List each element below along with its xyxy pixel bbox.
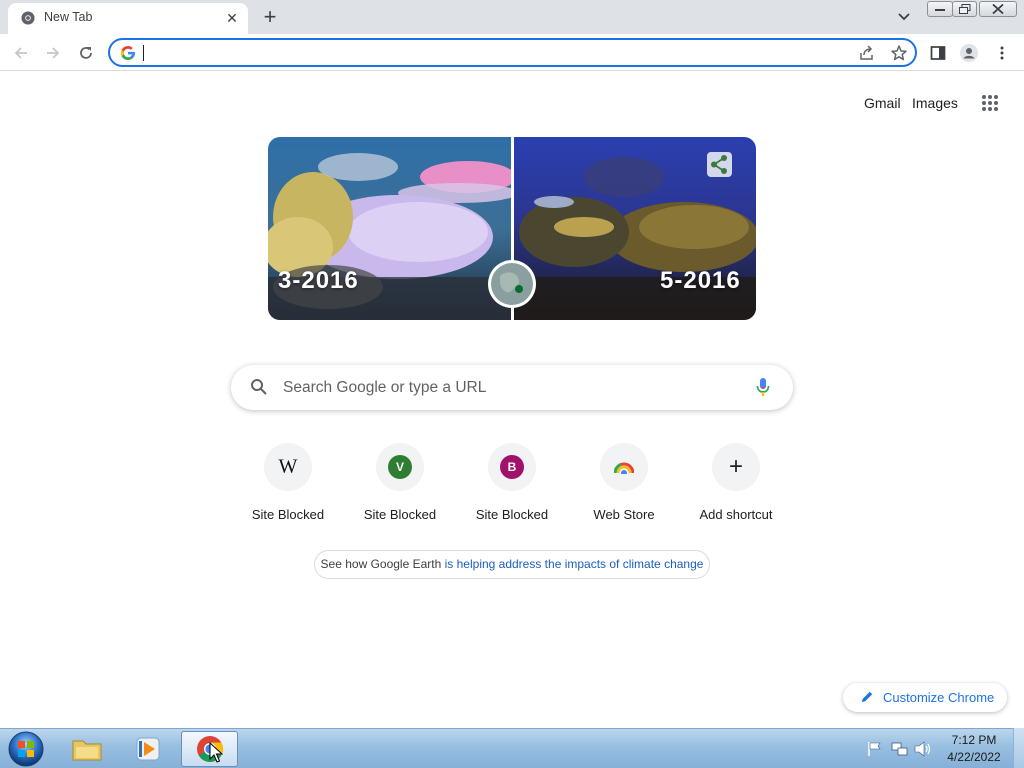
restore-button[interactable]	[952, 1, 977, 17]
shortcut-icon-circle: W	[264, 443, 312, 491]
plus-icon: +	[728, 453, 744, 480]
shortcut-tile[interactable]: Web Store	[568, 441, 680, 529]
shortcut-label: Add shortcut	[699, 507, 773, 522]
shortcut-label: Site Blocked	[363, 507, 437, 522]
doodle-year-before: 3-2016	[278, 267, 359, 294]
shortcut-icon-circle: +	[712, 443, 760, 491]
shortcut-tile[interactable]: V Site Blocked	[344, 441, 456, 529]
reload-icon	[80, 47, 92, 59]
network-icon[interactable]	[891, 740, 909, 758]
chrome-icon	[21, 11, 35, 25]
globe-slider-icon[interactable]	[486, 258, 538, 310]
mouse-cursor-icon	[209, 742, 223, 763]
clock-time[interactable]: 7:12 PM	[949, 733, 999, 747]
customize-chrome-label: Customize Chrome	[883, 690, 995, 705]
images-link[interactable]: Images	[912, 95, 958, 111]
new-tab-button[interactable]: +	[257, 5, 283, 29]
doodle-year-after: 5-2016	[660, 267, 741, 294]
forward-arrow-icon	[47, 47, 60, 59]
share-icon[interactable]	[858, 44, 876, 62]
volume-icon[interactable]	[914, 741, 932, 757]
tab-close-button[interactable]: ✕	[222, 8, 242, 28]
folder-icon	[72, 740, 101, 761]
taskbar-explorer-button[interactable]	[58, 731, 115, 767]
tab-strip: New Tab ✕ +	[0, 0, 1024, 34]
back-button[interactable]	[8, 40, 34, 66]
chrome-menu-button[interactable]	[989, 40, 1015, 66]
add-shortcut-tile[interactable]: + Add shortcut	[680, 441, 792, 529]
tab-new-tab[interactable]: New Tab ✕	[8, 3, 248, 34]
taskbar-media-player-button[interactable]	[119, 731, 176, 767]
search-placeholder: Search Google or type a URL	[283, 379, 487, 396]
shortcut-tile[interactable]: W Site Blocked	[232, 441, 344, 529]
clock-date[interactable]: 4/22/2022	[944, 750, 1004, 764]
minimize-button[interactable]	[927, 1, 953, 17]
google-g-icon	[121, 46, 135, 60]
side-panel-button[interactable]	[925, 40, 951, 66]
close-window-button[interactable]	[979, 1, 1017, 17]
shortcut-tile[interactable]: B Site Blocked	[456, 441, 568, 529]
media-player-icon	[136, 737, 159, 761]
search-icon	[251, 379, 267, 395]
promo-text: See how Google Earth	[320, 557, 445, 571]
text-caret	[143, 45, 144, 61]
bookmark-star-icon[interactable]	[890, 44, 908, 62]
wikipedia-icon: W	[278, 455, 298, 478]
google-apps-icon[interactable]	[981, 94, 999, 112]
shortcut-label: Web Store	[593, 507, 655, 522]
shortcut-icon-circle: V	[376, 443, 424, 491]
shortcut-label: Site Blocked	[251, 507, 325, 522]
google-doodle[interactable]: 3-2016 5-2016	[268, 137, 756, 320]
side-panel-icon	[930, 46, 946, 60]
action-center-flag-icon[interactable]	[867, 741, 883, 757]
shortcut-icon-circle	[600, 443, 648, 491]
tab-search-chevron-icon[interactable]	[894, 8, 914, 26]
letter-v-icon: V	[388, 455, 412, 479]
back-arrow-icon	[14, 47, 27, 59]
omnibox[interactable]	[108, 38, 917, 67]
pencil-icon	[862, 691, 873, 702]
doodle-share-icon[interactable]	[707, 152, 732, 177]
reload-button[interactable]	[73, 40, 99, 66]
tab-title: New Tab	[44, 10, 93, 24]
profile-avatar-icon	[960, 44, 978, 62]
show-desktop-button[interactable]	[1013, 728, 1024, 768]
gmail-link[interactable]: Gmail	[864, 95, 901, 111]
forward-button[interactable]	[40, 40, 66, 66]
doodle-promo-link[interactable]: See how Google Earth is helping address …	[314, 550, 710, 579]
shortcut-label: Site Blocked	[475, 507, 549, 522]
letter-b-icon: B	[500, 455, 524, 479]
kebab-menu-icon	[1000, 46, 1004, 60]
profile-button[interactable]	[956, 40, 982, 66]
search-box[interactable]: Search Google or type a URL	[231, 365, 793, 410]
shortcut-icon-circle: B	[488, 443, 536, 491]
windows-taskbar	[0, 728, 1024, 768]
promo-link-text[interactable]: is helping address the impacts of climat…	[445, 557, 704, 571]
voice-search-mic-icon[interactable]	[755, 377, 771, 397]
web-store-icon	[614, 462, 634, 474]
windows-start-button[interactable]	[5, 730, 47, 768]
customize-chrome-button[interactable]: Customize Chrome	[843, 683, 1007, 712]
toolbar	[0, 34, 1024, 71]
